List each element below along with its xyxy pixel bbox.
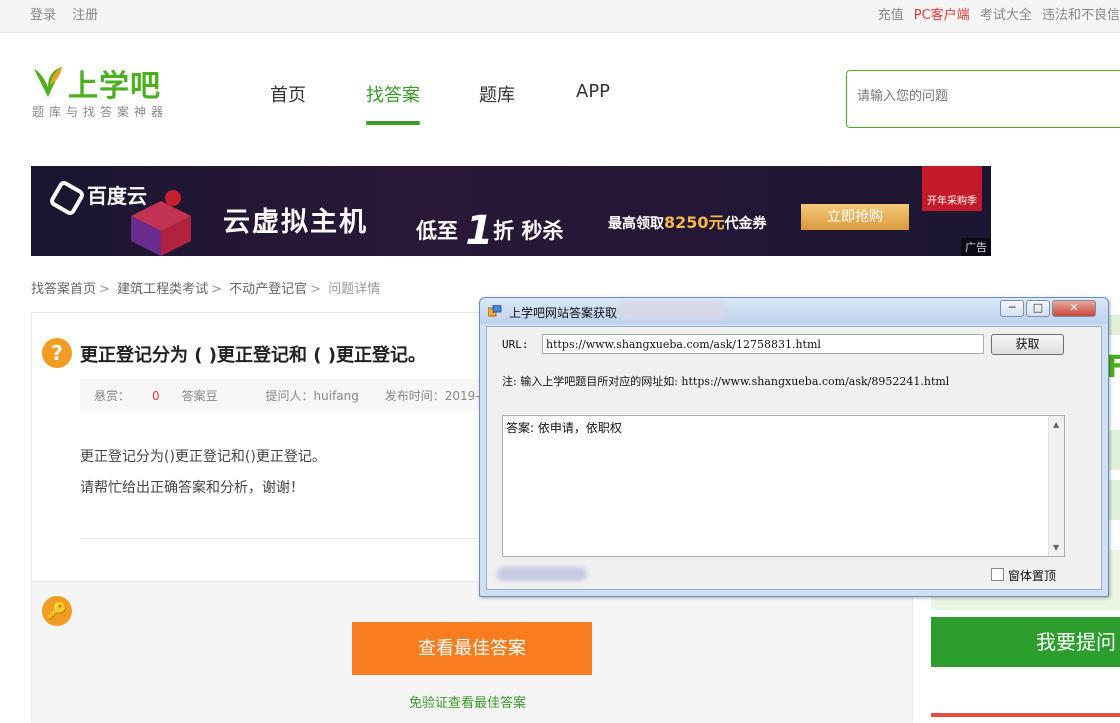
blurred-region xyxy=(497,567,587,581)
app-icon xyxy=(488,305,502,317)
pc-client-link[interactable]: PC客户端 xyxy=(914,8,970,23)
breadcrumb-current: 问题详情 xyxy=(328,282,381,297)
asker-info: 提问人：huifang xyxy=(265,389,359,403)
banner-discount: 低至 1折 秒杀 xyxy=(416,208,564,254)
key-icon: 🔑 xyxy=(42,596,72,626)
nav-active-underline xyxy=(366,121,420,125)
answer-textarea[interactable]: 答案: 依申请，依职权 ▲ ▼ xyxy=(502,415,1065,557)
answer-section: 🔑 查看最佳答案 免验证查看最佳答案 xyxy=(32,581,912,723)
logo-slogan: 题库与找答案神器 xyxy=(32,105,169,119)
register-link[interactable]: 注册 xyxy=(72,8,98,23)
scroll-down-icon[interactable]: ▼ xyxy=(1053,543,1059,552)
top-links: 充值 PC客户端 考试大全 违法和不良信 xyxy=(872,4,1120,23)
ad-label: 广告 xyxy=(961,238,991,256)
vertical-scrollbar[interactable]: ▲ ▼ xyxy=(1048,416,1064,556)
pin-on-top-checkbox[interactable] xyxy=(991,568,1004,581)
nav-question-bank[interactable]: 题库 xyxy=(479,81,515,107)
question-request: 请帮忙给出正确答案和分析，谢谢！ xyxy=(80,480,304,496)
answer-text: 答案: 依申请，依职权 xyxy=(506,421,622,435)
blurred-region xyxy=(617,301,727,319)
breadcrumb-subcategory[interactable]: 不动产登记官 xyxy=(229,282,307,297)
question-meta: 悬赏： 0 答案豆 提问人：huifang 发布时间：2019-01-10 xyxy=(80,379,514,411)
breadcrumb-category[interactable]: 建筑工程类考试 xyxy=(117,282,208,297)
reward-info: 悬赏： 0 答案豆 xyxy=(94,389,218,403)
sidebar-red-bar xyxy=(931,713,1120,717)
breadcrumb: 找答案首页 > 建筑工程类考试 > 不动产登记官 > 问题详情 xyxy=(31,282,381,297)
report-link[interactable]: 违法和不良信 xyxy=(1042,8,1120,23)
search-box xyxy=(846,70,1120,128)
banner-coupon: 最高领取8250元代金券 xyxy=(608,213,767,232)
top-bar: 登录 注册 充值 PC客户端 考试大全 违法和不良信 xyxy=(0,0,1120,33)
site-logo[interactable]: 上学吧 题库与找答案神器 xyxy=(30,61,190,121)
maximize-button[interactable]: □ xyxy=(1026,300,1050,317)
pin-on-top-label[interactable]: 窗体置顶 xyxy=(1008,567,1056,584)
banner-cta-button[interactable]: 立即抢购 xyxy=(801,204,909,230)
nav-app[interactable]: APP xyxy=(576,81,610,102)
auth-links: 登录 注册 xyxy=(30,4,110,23)
breadcrumb-home[interactable]: 找答案首页 xyxy=(31,282,96,297)
url-hint: 注: 输入上学吧题目所对应的网址如: https://www.shangxueb… xyxy=(502,375,950,388)
url-label: URL: xyxy=(502,338,529,351)
logo-brand: 上学吧 xyxy=(68,69,161,104)
header: 上学吧 题库与找答案神器 首页 找答案 题库 APP xyxy=(0,33,1120,143)
window-titlebar[interactable]: 上学吧网站答案获取 ─ □ ✕ xyxy=(480,298,1108,324)
free-view-link[interactable]: 免验证查看最佳答案 xyxy=(409,692,526,711)
banner-title: 云虚拟主机 xyxy=(223,207,368,238)
leaf-logo-icon xyxy=(34,67,62,97)
scroll-up-icon[interactable]: ▲ xyxy=(1053,420,1059,429)
nav-find-answer[interactable]: 找答案 xyxy=(366,81,420,107)
question-title: 更正登记分为 ( )更正登记和 ( )更正登记。 xyxy=(80,345,426,366)
fetch-button[interactable]: 获取 xyxy=(991,334,1064,355)
ask-question-button[interactable]: 我要提问 xyxy=(931,617,1120,667)
window-client-area: URL: 获取 注: 输入上学吧题目所对应的网址如: https://www.s… xyxy=(486,326,1102,590)
url-input[interactable] xyxy=(542,334,984,354)
question-body: 更正登记分为()更正登记和()更正登记。 xyxy=(80,449,326,465)
minimize-button[interactable]: ─ xyxy=(1000,300,1024,317)
window-title: 上学吧网站答案获取 xyxy=(509,306,618,320)
divider xyxy=(80,538,500,539)
login-link[interactable]: 登录 xyxy=(30,8,56,23)
nav-home[interactable]: 首页 xyxy=(270,81,306,107)
question-mark-icon: ? xyxy=(42,338,72,368)
view-best-answer-button[interactable]: 查看最佳答案 xyxy=(352,622,592,675)
search-input[interactable] xyxy=(857,89,1117,104)
exam-list-link[interactable]: 考试大全 xyxy=(980,8,1032,23)
baidu-cloud-icon xyxy=(47,178,87,217)
ad-banner[interactable]: 百度云 云虚拟主机 低至 1折 秒杀 最高领取8250元代金券 立即抢购 开年采… xyxy=(31,166,991,256)
banner-tag: 开年采购季 xyxy=(922,166,982,211)
close-button[interactable]: ✕ xyxy=(1052,300,1096,317)
recharge-link[interactable]: 充值 xyxy=(878,8,904,23)
answer-fetcher-window: 上学吧网站答案获取 ─ □ ✕ URL: 获取 注: 输入上学吧题目所对应的网址… xyxy=(479,297,1109,597)
banner-decoration-icon xyxy=(131,190,191,256)
